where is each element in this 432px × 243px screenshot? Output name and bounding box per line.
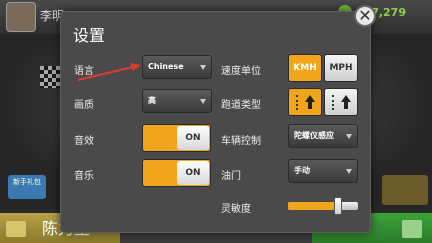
avatar (6, 2, 36, 32)
sensitivity-slider-thumb[interactable] (334, 197, 343, 215)
vehicle-control-value: 陀螺仪感应 (294, 131, 334, 140)
unit-kmh-button[interactable]: KMH (288, 54, 322, 82)
sensitivity-slider-fill (288, 202, 339, 210)
chevron-down-icon (200, 65, 206, 70)
chevron-down-icon (200, 99, 206, 104)
language-value: Chinese (148, 62, 184, 71)
sensitivity-slider[interactable] (288, 197, 358, 215)
sound-label: 音效 (74, 136, 94, 147)
throttle-select[interactable]: 手动 (288, 159, 358, 183)
quality-label: 画质 (74, 100, 94, 111)
arrow-stem (308, 101, 312, 109)
language-select[interactable]: Chinese (142, 55, 212, 79)
reward-chest-icon[interactable] (382, 175, 428, 205)
lane-lines-icon (332, 95, 337, 110)
unit-mph-button[interactable]: MPH (324, 54, 358, 82)
vehicle-control-label: 车辆控制 (221, 136, 261, 147)
settings-dialog: 设置 语言 Chinese 画质 高 音效 ON 音乐 ON 速度单位 KMH … (60, 11, 371, 233)
quality-value: 高 (148, 96, 156, 105)
annotation-arrow-icon (77, 63, 141, 81)
music-toggle[interactable]: ON (142, 159, 211, 187)
chevron-down-icon (346, 134, 352, 139)
vehicle-control-select[interactable]: 陀螺仪感应 (288, 124, 358, 148)
throttle-label: 油门 (221, 171, 241, 182)
sound-toggle-state: ON (177, 126, 209, 150)
sound-toggle[interactable]: ON (142, 124, 211, 152)
close-button[interactable]: ✕ (354, 5, 376, 27)
gift-pack-button[interactable]: 新手礼包 (8, 175, 46, 199)
track-type-free-button[interactable] (324, 88, 358, 116)
arrow-stem (344, 101, 348, 109)
dialog-title: 设置 (73, 26, 106, 45)
speed-unit-label: 速度单位 (221, 66, 261, 77)
track-type-label: 跑道类型 (221, 100, 261, 111)
quality-select[interactable]: 高 (142, 89, 212, 113)
music-label: 音乐 (74, 171, 94, 182)
track-type-lane-button[interactable] (288, 88, 322, 116)
music-toggle-state: ON (177, 161, 209, 185)
sensitivity-label: 灵敏度 (221, 204, 251, 215)
play-icon (402, 220, 422, 238)
chevron-down-icon (346, 169, 352, 174)
garage-icon (6, 221, 26, 237)
lane-lines-icon (296, 95, 301, 110)
throttle-value: 手动 (294, 166, 310, 175)
